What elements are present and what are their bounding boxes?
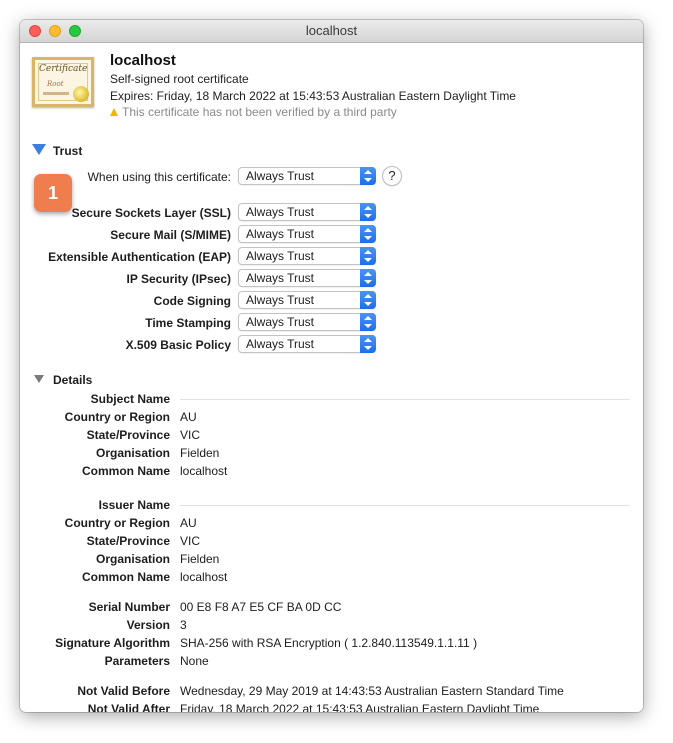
certificate-name: localhost bbox=[110, 52, 176, 69]
detail-label: Common Name bbox=[81, 464, 170, 478]
detail-label: Version bbox=[126, 618, 170, 632]
detail-label: Country or Region bbox=[64, 410, 170, 424]
subject-name-heading: Subject Name bbox=[90, 392, 170, 406]
parameters-value: None bbox=[180, 654, 209, 668]
detail-value: VIC bbox=[180, 428, 201, 442]
divider bbox=[180, 399, 630, 400]
trust-section-toggle[interactable]: Trust bbox=[32, 144, 82, 158]
detail-label: Signature Algorithm bbox=[55, 636, 170, 650]
not-valid-before-value: Wednesday, 29 May 2019 at 14:43:53 Austr… bbox=[180, 684, 564, 698]
serial-number-value: 00 E8 F8 A7 E5 CF BA 0D CC bbox=[180, 600, 342, 614]
trust-popup-smime[interactable]: Always Trust bbox=[238, 225, 376, 243]
seal-icon bbox=[73, 86, 89, 102]
updown-chevron-icon bbox=[360, 291, 376, 309]
updown-chevron-icon bbox=[360, 247, 376, 265]
trust-label-time-stamping: Time Stamping bbox=[145, 316, 231, 330]
issuer-name-heading: Issuer Name bbox=[98, 498, 170, 512]
detail-label: Serial Number bbox=[88, 600, 170, 614]
detail-value: Fielden bbox=[180, 446, 220, 460]
when-using-label: When using this certificate: bbox=[87, 170, 231, 184]
updown-chevron-icon bbox=[360, 269, 376, 287]
detail-label: Parameters bbox=[104, 654, 170, 668]
trust-popup-time-stamping[interactable]: Always Trust bbox=[238, 313, 376, 331]
detail-label: State/Province bbox=[86, 534, 170, 548]
title-bar[interactable]: localhost bbox=[20, 20, 643, 43]
trust-label-ssl: Secure Sockets Layer (SSL) bbox=[71, 206, 231, 220]
updown-chevron-icon bbox=[360, 203, 376, 221]
trust-popup-ssl[interactable]: Always Trust bbox=[238, 203, 376, 221]
detail-value: localhost bbox=[180, 570, 228, 584]
detail-label: Country or Region bbox=[64, 516, 170, 530]
detail-label: Not Valid After bbox=[87, 702, 170, 712]
updown-chevron-icon bbox=[360, 313, 376, 331]
step-badge: 1 bbox=[34, 174, 72, 212]
detail-label: Organisation bbox=[95, 446, 170, 460]
detail-value: VIC bbox=[180, 534, 201, 548]
detail-label: Common Name bbox=[81, 570, 170, 584]
trust-label-eap: Extensible Authentication (EAP) bbox=[48, 250, 231, 264]
detail-label: Organisation bbox=[95, 552, 170, 566]
detail-value: AU bbox=[180, 410, 197, 424]
trust-label-x509: X.509 Basic Policy bbox=[125, 338, 231, 352]
updown-chevron-icon bbox=[360, 225, 376, 243]
trust-popup-eap[interactable]: Always Trust bbox=[238, 247, 376, 265]
help-button[interactable]: ? bbox=[382, 166, 402, 186]
certificate-icon: Certificate Root bbox=[32, 57, 94, 107]
detail-value: AU bbox=[180, 516, 197, 530]
not-valid-after-value: Friday, 18 March 2022 at 15:43:53 Austra… bbox=[180, 702, 540, 712]
certificate-type: Self-signed root certificate bbox=[110, 72, 249, 86]
content-area: Certificate Root localhost Self-signed r… bbox=[20, 43, 643, 712]
window-title: localhost bbox=[305, 23, 358, 38]
trust-popup-code-signing[interactable]: Always Trust bbox=[238, 291, 376, 309]
trust-popup-x509[interactable]: Always Trust bbox=[238, 335, 376, 353]
when-using-popup[interactable]: Always Trust bbox=[238, 167, 376, 185]
version-value: 3 bbox=[180, 618, 187, 632]
disclosure-triangle-icon bbox=[32, 144, 47, 156]
trust-popup-ipsec[interactable]: Always Trust bbox=[238, 269, 376, 287]
certificate-window: localhost Certificate Root localhost Sel… bbox=[20, 20, 643, 712]
details-section-toggle[interactable]: Details bbox=[32, 373, 92, 387]
detail-label: State/Province bbox=[86, 428, 170, 442]
warning-icon bbox=[110, 108, 118, 116]
disclosure-triangle-icon bbox=[32, 374, 47, 384]
signature-algorithm-value: SHA-256 with RSA Encryption ( 1.2.840.11… bbox=[180, 636, 478, 650]
trust-label-ipsec: IP Security (IPsec) bbox=[126, 272, 232, 286]
updown-chevron-icon bbox=[360, 167, 376, 185]
updown-chevron-icon bbox=[360, 335, 376, 353]
certificate-expiry: Expires: Friday, 18 March 2022 at 15:43:… bbox=[110, 89, 516, 103]
divider bbox=[180, 505, 630, 506]
trust-label-code-signing: Code Signing bbox=[153, 294, 231, 308]
verification-warning: This certificate has not been verified b… bbox=[110, 105, 397, 119]
detail-value: Fielden bbox=[180, 552, 220, 566]
trust-label-smime: Secure Mail (S/MIME) bbox=[110, 228, 231, 242]
detail-value: localhost bbox=[180, 464, 228, 478]
detail-label: Not Valid Before bbox=[77, 684, 170, 698]
